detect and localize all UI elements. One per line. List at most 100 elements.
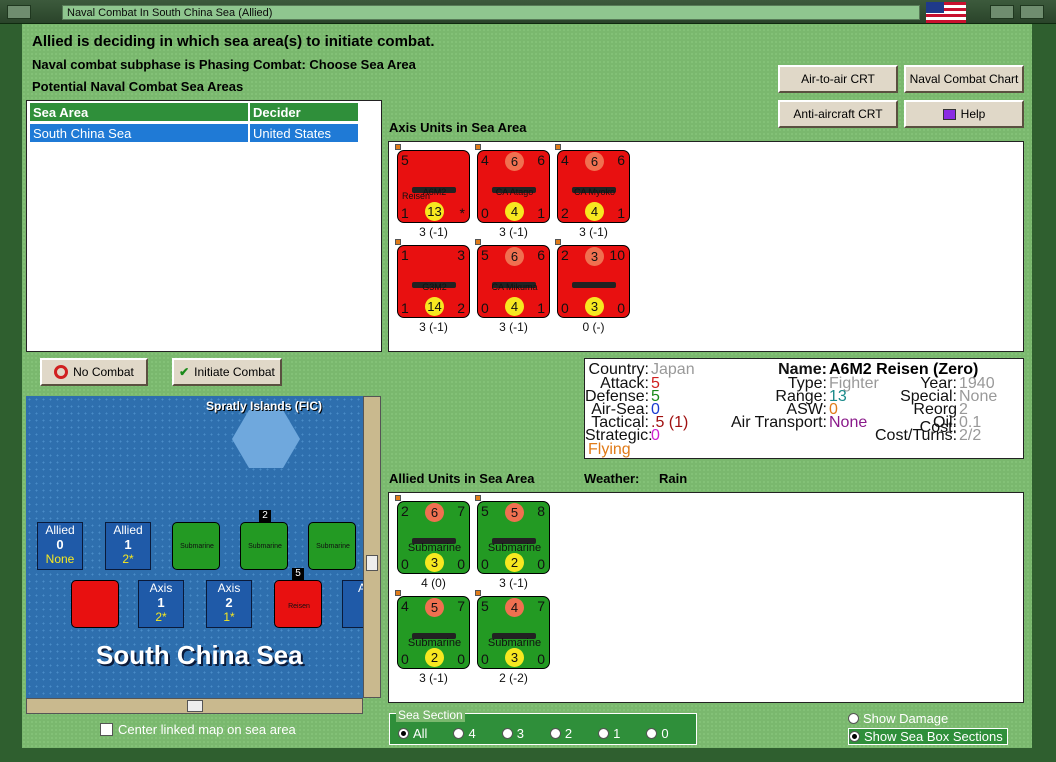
sea-box-allied-0[interactable]: Allied 0 None [37,522,83,570]
unit-bottom-right: 2 [457,300,465,316]
sea-section-2[interactable]: 2 [549,726,573,741]
sea-section-all[interactable]: All [398,726,427,741]
no-entry-icon [54,365,69,379]
unit-attack: 5 [481,247,489,263]
system-menu-icon[interactable] [7,5,31,19]
air-to-air-crt-button[interactable]: Air-to-air CRT [778,65,898,93]
map-horizontal-scrollbar[interactable] [26,698,363,714]
map-unit-name: Submarine [180,543,214,550]
allied-unit-counter[interactable]: 5 5 8 Submarine 0 2 0 [477,501,550,574]
sea-section-3[interactable]: 3 [501,726,524,741]
unit-marker-icon [475,495,481,501]
sea-section-group: Sea Section All 4 3 2 1 0 [389,708,697,745]
unit-bottom-left: 2 [561,205,569,221]
unit-name: CA Atago [495,187,534,197]
sea-section-1[interactable]: 1 [598,726,620,741]
radio-icon [598,728,610,739]
option-label: 1 [613,726,621,741]
unit-attack: 4 [401,598,409,614]
island-region [232,410,300,468]
scroll-thumb[interactable] [187,700,203,712]
allied-units-panel: 2 6 7 Submarine 0 3 0 4 (0) 5 5 8 Submarine 0 2 0 3 (-1… [388,492,1024,703]
center-linked-checkbox[interactable] [100,723,113,736]
sea-box-number: 1 [124,537,132,552]
sea-box-sub: 1* [223,610,235,624]
table-cell-sea-area[interactable]: South China Sea [29,123,249,143]
radio-icon [549,728,561,739]
potential-areas-heading: Potential Naval Combat Sea Areas [32,79,244,94]
map-unit-submarine[interactable]: Submarine [308,522,356,570]
radio-icon [501,728,513,739]
axis-unit-counter[interactable]: 2 3 10 0 3 0 [557,245,630,318]
table-header-decider: Decider [249,102,359,122]
radio-icon [646,728,658,739]
unit-strength: 2 [505,553,524,572]
unit-status: 3 (-1) [499,225,528,239]
option-label: 3 [516,726,524,741]
weather-label: Weather: [584,471,640,486]
map-vertical-scrollbar[interactable] [363,396,381,698]
book-icon [942,108,956,120]
unit-name: G3M2 [422,282,447,292]
initiate-combat-button[interactable]: ✔ Initiate Combat [172,358,282,386]
allied-units-heading: Allied Units in Sea Area [389,471,535,486]
unit-marker-icon [395,495,401,501]
unit-defense: 5 [505,503,524,522]
map-unit-submarine-stack[interactable]: Submarine [240,522,288,570]
unit-bottom-left: 1 [401,300,409,316]
map-unit-reisen[interactable]: Reisen [274,580,322,628]
axis-unit-counter[interactable]: 5 A6M2 1 13 * Reisen [397,150,470,223]
sea-box-axis-3[interactable]: Ax [342,580,363,628]
unit-bottom-left: 1 [401,205,409,221]
unit-strength: 3 [425,553,444,572]
unit-silhouette-icon [572,282,616,288]
table-cell-decider[interactable]: United States [249,123,359,143]
allied-unit-counter[interactable]: 2 6 7 Submarine 0 3 0 [397,501,470,574]
map-unit-submarine[interactable]: Submarine [172,522,220,570]
show-damage-option[interactable]: Show Damage [848,711,948,726]
map-unit-cruiser-stack[interactable] [71,580,119,628]
unit-defense: 6 [425,503,444,522]
table-header-sea-area: Sea Area [29,102,249,122]
minimize-button[interactable] [990,5,1014,19]
map-unit-name: Reisen [288,603,310,610]
radio-icon [398,728,409,739]
help-button[interactable]: Help [904,100,1024,128]
axis-units-panel: 5 A6M2 1 13 * Reisen 3 (-1) 4 6 6 CA Atago 0 4 1 3 (-1… [388,141,1024,352]
sea-area-table: Sea Area Decider South China Sea United … [26,100,382,352]
axis-unit-counter[interactable]: 1 3 G3M2 1 14 2 [397,245,470,318]
allied-unit-counter[interactable]: 5 4 7 Submarine 0 3 0 [477,596,550,669]
option-label: Show Damage [863,711,949,726]
no-combat-button[interactable]: No Combat [40,358,148,386]
sea-section-options: All 4 3 2 1 0 [398,726,669,741]
unit-defense: 5 [425,598,444,617]
unit-marker-icon [395,144,401,150]
maximize-button[interactable] [1020,5,1044,19]
flying-status: Flying [588,441,631,458]
option-label: 2 [564,726,573,741]
sea-section-4[interactable]: 4 [453,726,476,741]
sea-area-map[interactable]: Spratly Islands (FIC) South China Sea Al… [26,396,363,698]
unit-marker-icon [555,239,561,245]
stack-count-badge: 2 [259,510,271,522]
sea-box-allied-1[interactable]: Allied 1 2* [105,522,151,570]
unit-strength: 14 [425,297,444,316]
checkmark-icon: ✔ [179,365,190,379]
anti-aircraft-crt-button[interactable]: Anti-aircraft CRT [778,100,898,128]
sea-box-axis-2[interactable]: Axis 2 1* [206,580,252,628]
unit-status: 3 (-1) [499,320,528,334]
option-label: 4 [468,726,476,741]
axis-unit-counter[interactable]: 5 6 6 CA Mikuma 0 4 1 [477,245,550,318]
axis-unit-counter[interactable]: 4 6 6 CA Atago 0 4 1 [477,150,550,223]
scroll-thumb[interactable] [366,555,378,571]
sea-section-0[interactable]: 0 [646,726,669,741]
unit-status: 3 (-1) [499,576,528,590]
sea-box-axis-1[interactable]: Axis 1 2* [138,580,184,628]
naval-combat-chart-button[interactable]: Naval Combat Chart [904,65,1024,93]
sea-box-number: 2 [225,595,233,610]
allied-unit-counter[interactable]: 4 5 7 Submarine 0 2 0 [397,596,470,669]
no-combat-label: No Combat [73,365,134,379]
axis-unit-counter[interactable]: 4 6 6 CA Myoko 2 4 1 [557,150,630,223]
show-sea-box-option[interactable]: Show Sea Box Sections [848,728,1008,745]
unit-status: 2 (-2) [499,671,528,685]
